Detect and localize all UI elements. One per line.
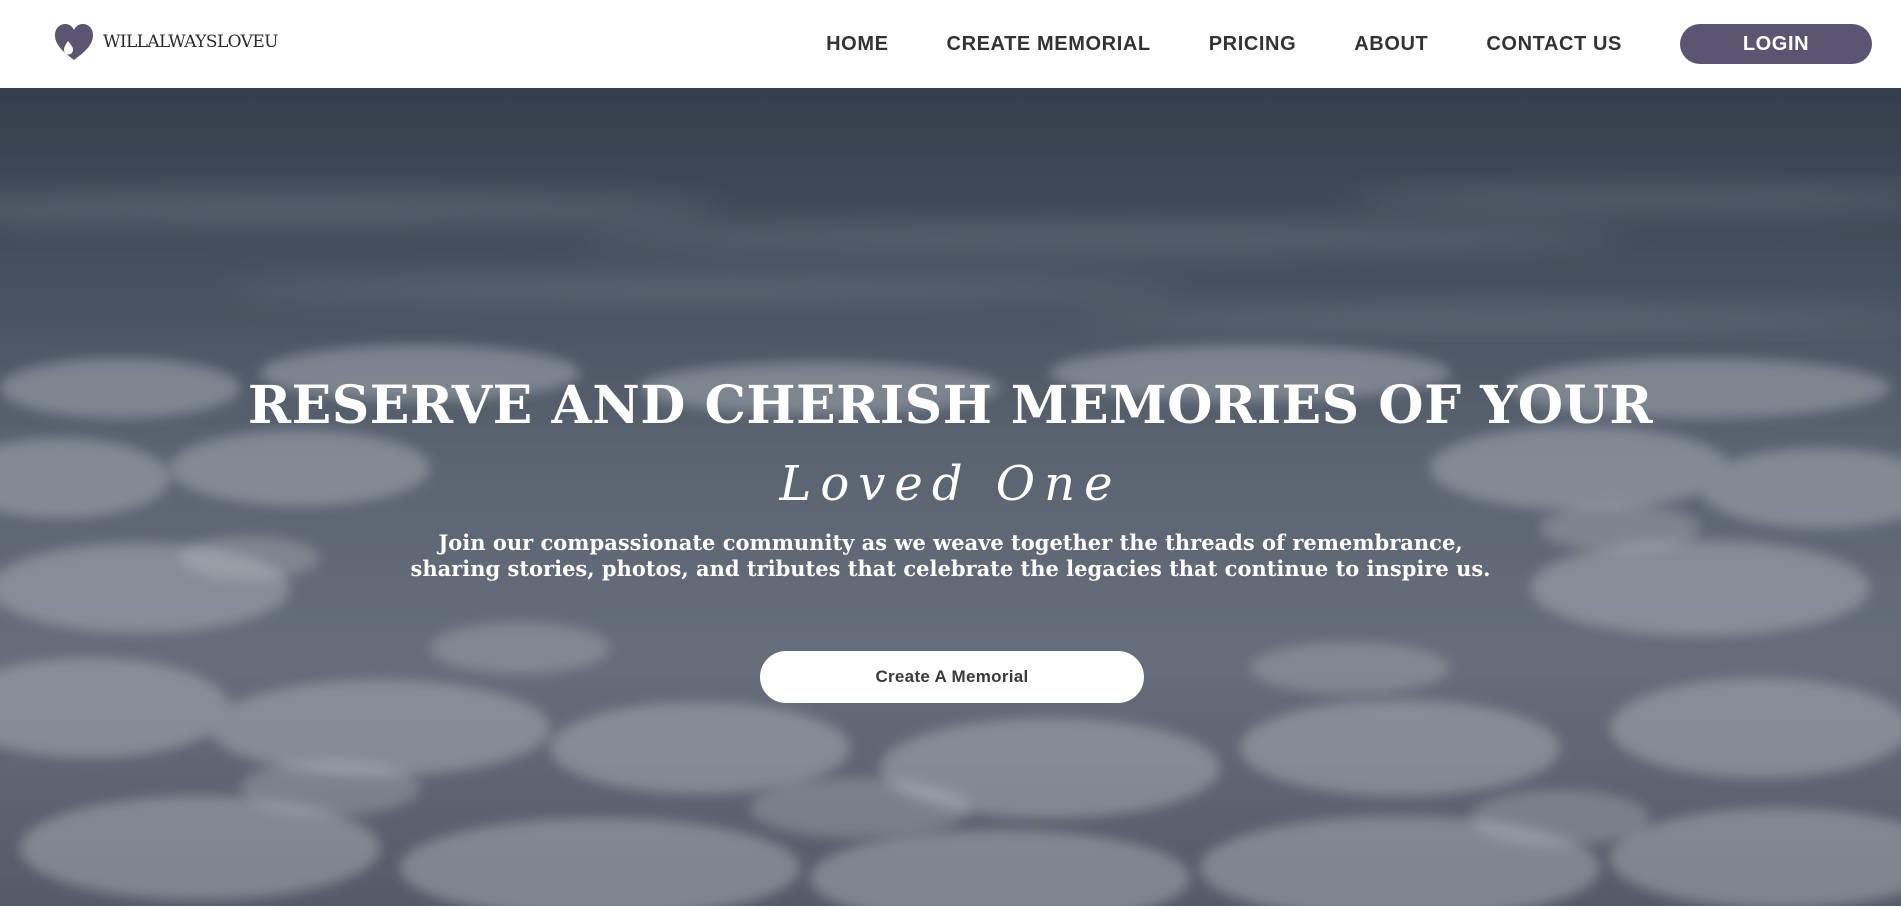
nav-item-contact-us[interactable]: CONTACT US (1486, 33, 1622, 56)
nav-item-about[interactable]: ABOUT (1354, 33, 1428, 56)
nav-item-pricing[interactable]: PRICING (1209, 33, 1297, 56)
create-memorial-button[interactable]: Create A Memorial (760, 651, 1144, 703)
hero-content: RESERVE AND CHERISH MEMORIES OF YOUR Lov… (0, 88, 1901, 906)
site-header: WILLALWAYSLOVEU HOME CREATE MEMORIAL PRI… (0, 0, 1901, 88)
hero-subtitle: Join our compassionate community as we w… (410, 530, 1491, 582)
heart-teardrop-icon (55, 24, 93, 60)
hero-script-heading: Loved One (779, 456, 1122, 512)
brand-name: WILLALWAYSLOVEU (103, 31, 278, 52)
nav-item-create-memorial[interactable]: CREATE MEMORIAL (947, 33, 1151, 56)
login-button[interactable]: LOGIN (1680, 24, 1872, 64)
nav-item-home[interactable]: HOME (826, 33, 888, 56)
hero-section: RESERVE AND CHERISH MEMORIES OF YOUR Lov… (0, 88, 1901, 906)
main-nav: HOME CREATE MEMORIAL PRICING ABOUT CONTA… (826, 0, 1901, 88)
brand-logo-link[interactable]: WILLALWAYSLOVEU (53, 22, 278, 62)
hero-title: RESERVE AND CHERISH MEMORIES OF YOUR (247, 375, 1654, 436)
